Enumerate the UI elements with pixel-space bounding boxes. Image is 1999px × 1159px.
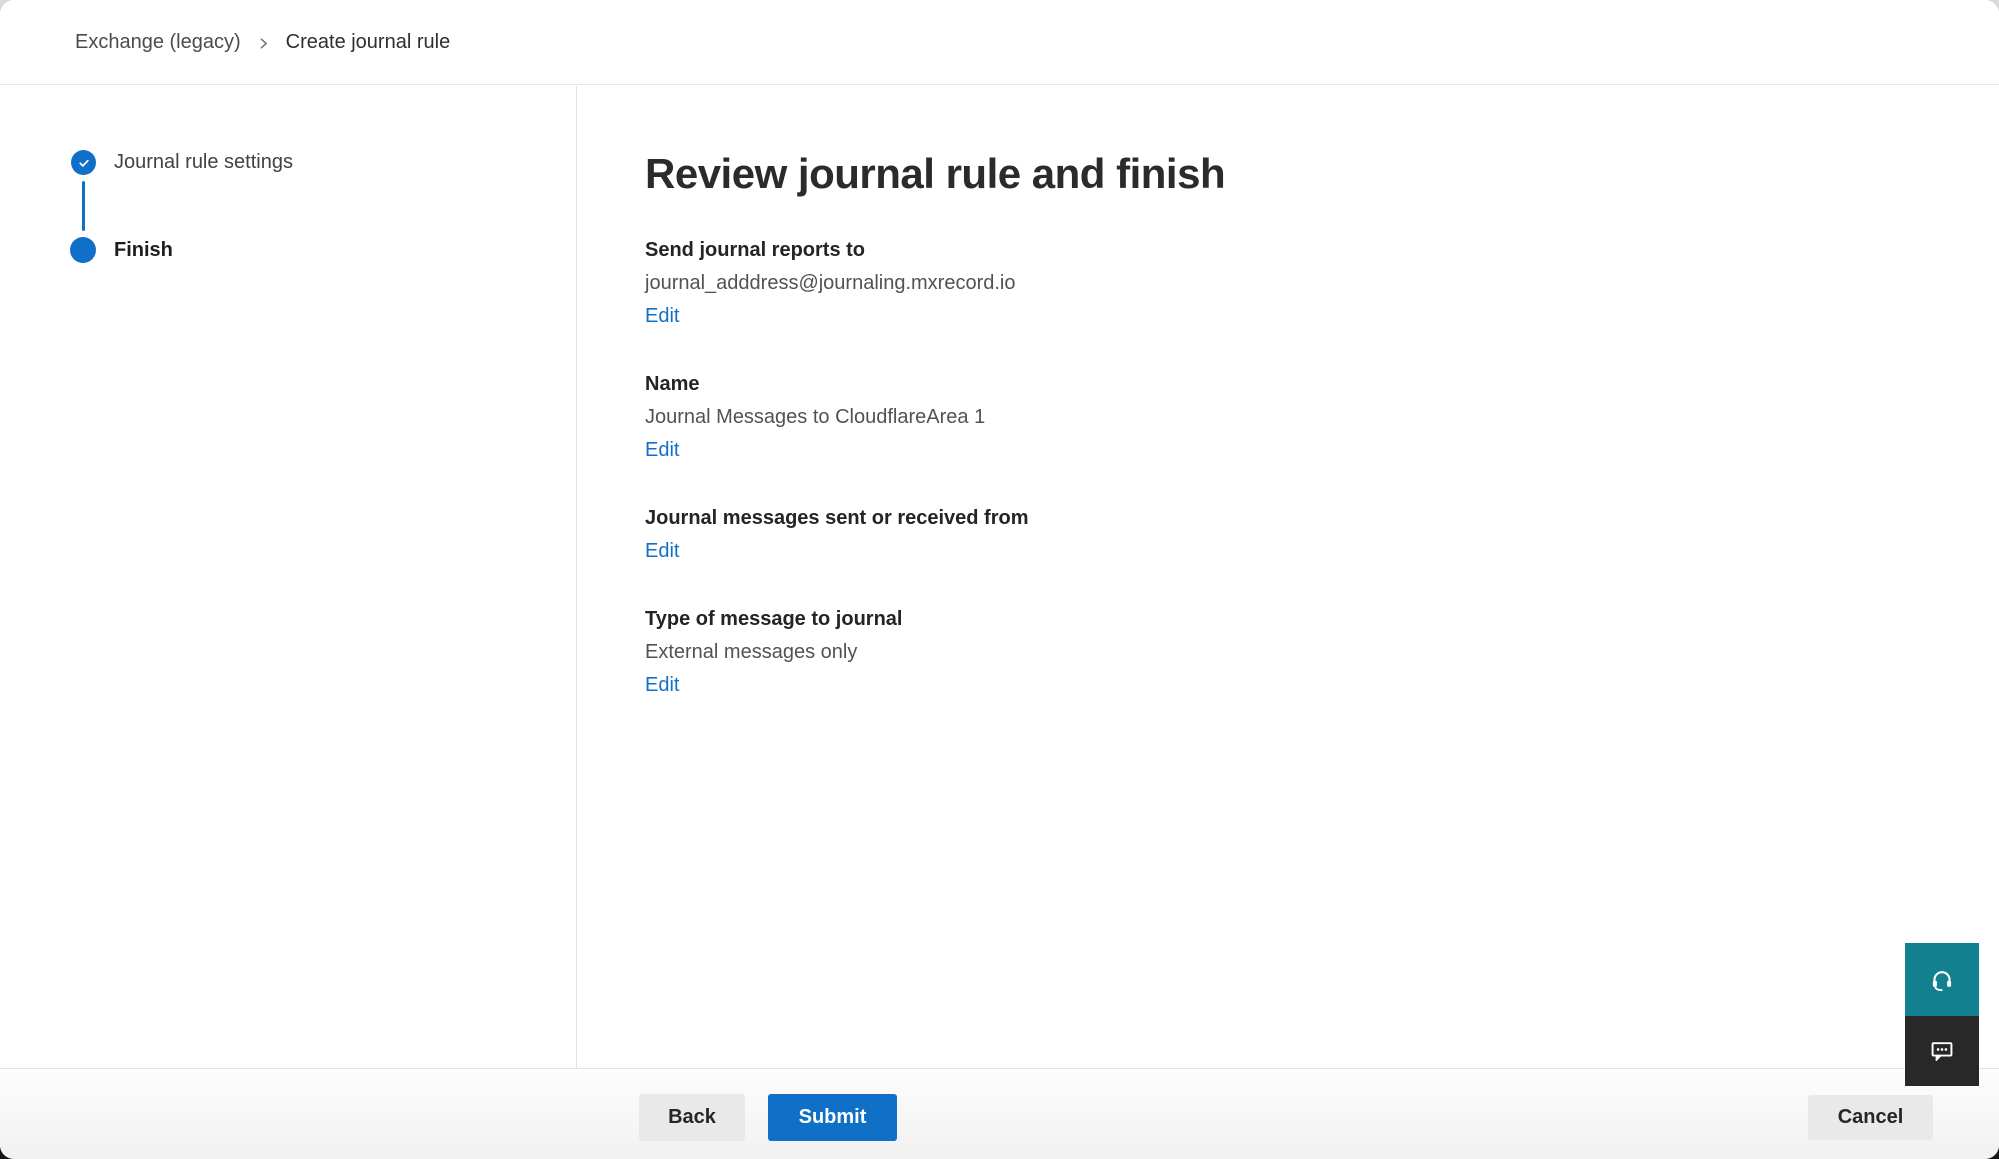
top-bar: Exchange (legacy) Create journal rule <box>0 0 1999 85</box>
submit-button[interactable]: Submit <box>768 1094 897 1141</box>
section-label: Name <box>645 368 1919 401</box>
feedback-button[interactable] <box>1905 1016 1979 1086</box>
edit-name-link[interactable]: Edit <box>645 434 679 467</box>
step-current-indicator[interactable] <box>70 237 96 263</box>
help-button[interactable] <box>1905 943 1979 1016</box>
section-value: journal_adddress@journaling.mxrecord.io <box>645 267 1919 300</box>
page-title: Review journal rule and finish <box>645 148 1919 200</box>
section-label: Type of message to journal <box>645 603 1919 636</box>
feedback-icon <box>1929 1038 1955 1064</box>
floating-side-buttons <box>1905 943 1979 1086</box>
edit-send-journal-reports-link[interactable]: Edit <box>645 300 679 333</box>
command-bar: Back Submit Cancel <box>0 1068 1999 1159</box>
breadcrumb-exchange-legacy[interactable]: Exchange (legacy) <box>75 31 241 54</box>
section-journal-messages-scope: Journal messages sent or received from E… <box>645 502 1919 568</box>
wizard-step-finish[interactable]: Finish <box>114 238 173 263</box>
section-name: Name Journal Messages to CloudflareArea … <box>645 368 1919 467</box>
back-button[interactable]: Back <box>639 1094 745 1141</box>
step-connector-line <box>82 181 85 231</box>
section-label: Send journal reports to <box>645 234 1919 267</box>
cancel-button[interactable]: Cancel <box>1808 1095 1933 1140</box>
headset-icon <box>1929 967 1955 993</box>
edit-message-type-link[interactable]: Edit <box>645 669 679 702</box>
wizard-steps-pane <box>0 86 577 1068</box>
breadcrumb-create-journal-rule: Create journal rule <box>286 31 451 54</box>
chevron-right-icon <box>257 37 270 50</box>
step-completed-indicator[interactable] <box>71 150 96 175</box>
section-value: External messages only <box>645 636 1919 669</box>
check-icon <box>77 156 91 170</box>
edit-scope-link[interactable]: Edit <box>645 535 679 568</box>
exchange-admin-window: Exchange (legacy) Create journal rule Jo… <box>0 0 1999 1159</box>
section-label: Journal messages sent or received from <box>645 502 1919 535</box>
breadcrumb: Exchange (legacy) Create journal rule <box>75 31 450 54</box>
review-panel: Review journal rule and finish Send jour… <box>645 148 1919 1067</box>
section-value: Journal Messages to CloudflareArea 1 <box>645 401 1919 434</box>
section-send-journal-reports-to: Send journal reports to journal_adddress… <box>645 234 1919 333</box>
wizard-step-journal-rule-settings[interactable]: Journal rule settings <box>114 150 293 175</box>
section-message-type: Type of message to journal External mess… <box>645 603 1919 702</box>
